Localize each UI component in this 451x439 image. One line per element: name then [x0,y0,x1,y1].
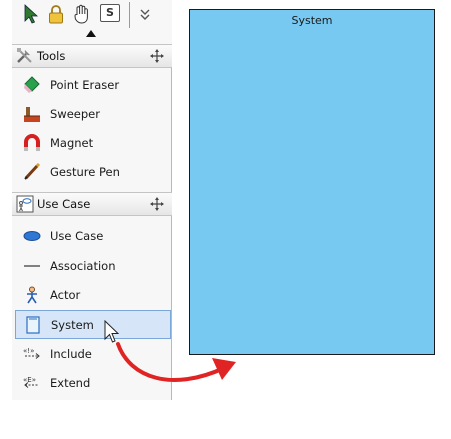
selector-arrow-icon[interactable] [22,3,40,25]
svg-text:«E»: «E» [23,376,36,384]
group-header-tools[interactable]: Tools [12,44,172,68]
use-case-group-icon [16,195,34,213]
toolbar-separator [129,2,130,28]
palette-item-association[interactable]: Association [12,252,172,281]
palette-item-label: Use Case [50,229,104,243]
palette-item-label: Extend [50,376,91,390]
svg-text:«!»: «!» [23,347,34,355]
tools-group-icon [17,48,32,63]
palette-item-label: Gesture Pen [50,165,120,179]
group-header-use-case[interactable]: Use Case [12,192,172,216]
more-chevron-icon[interactable] [138,6,152,22]
palette-item-label: Association [50,259,116,273]
point-eraser-icon [24,76,40,93]
palette-item-use-case[interactable]: Use Case [12,222,172,251]
group-header-label: Use Case [37,197,91,211]
system-boundary-shape[interactable]: System [189,9,435,355]
palette-item-actor[interactable]: Actor [12,281,172,310]
include-icon: «!» [23,347,40,359]
system-boundary-icon [26,316,40,334]
system-title[interactable]: System [190,14,434,27]
use-case-ellipse-icon [23,231,41,241]
palette-toolbar: S [12,0,172,44]
palette-item-point-eraser[interactable]: Point Eraser [12,71,172,100]
extend-icon: «E» [23,376,39,388]
sweeper-icon [24,107,40,122]
hand-pan-icon[interactable] [72,3,92,25]
caret-up-icon [86,30,96,37]
palette-item-magnet[interactable]: Magnet [12,129,172,158]
palette-item-sweeper[interactable]: Sweeper [12,100,172,129]
palette-item-label: Sweeper [50,107,100,121]
gesture-pen-icon [24,163,41,180]
move-handle-icon[interactable] [150,49,164,63]
move-handle-icon[interactable] [150,197,164,211]
actor-icon [27,286,37,304]
palette-item-label: Include [50,347,92,361]
palette-item-label: Magnet [50,136,94,150]
palette-item-label: System [51,318,94,332]
group-header-label: Tools [37,49,66,63]
palette-item-gesture-pen[interactable]: Gesture Pen [12,158,172,187]
magnet-icon [24,134,40,151]
association-line-icon [24,265,40,267]
drag-arrow-icon [116,342,236,382]
sticky-mode-icon[interactable]: S [100,4,120,22]
palette-item-label: Point Eraser [50,78,120,92]
palette-item-label: Actor [50,288,81,302]
lock-icon[interactable] [48,3,64,25]
